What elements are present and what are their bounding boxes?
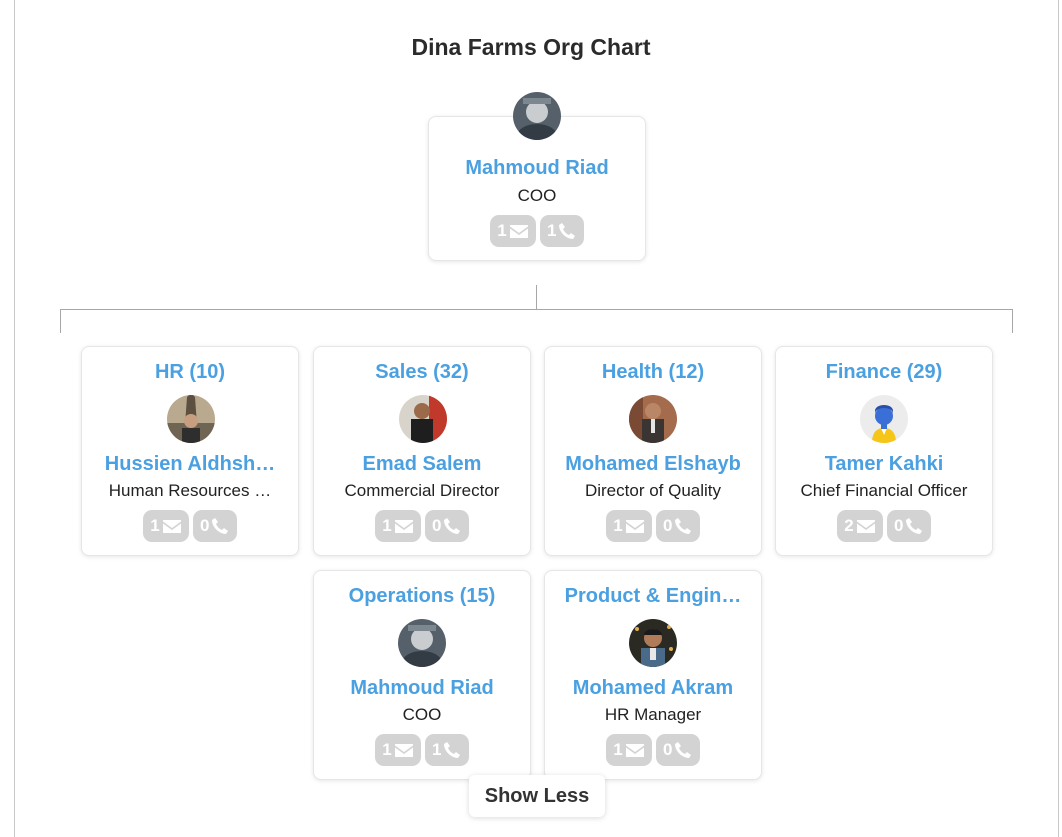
phone-icon [212,518,229,534]
avatar [629,619,677,667]
phone-button[interactable]: 0 [886,510,931,542]
phone-button[interactable]: 0 [655,734,700,766]
phone-count: 0 [663,516,673,535]
phone-icon [444,518,461,534]
email-count: 1 [382,740,392,759]
email-count: 2 [844,516,854,535]
employee-name[interactable]: Emad Salem [326,453,518,476]
contact-actions: 1 0 [545,734,761,766]
employee-role: Director of Quality [584,481,722,500]
dept-card-finance[interactable]: Finance (29) Tamer Kahki Chief Financial… [775,346,993,556]
envelope-icon [394,519,413,533]
employee-name[interactable]: Mohamed Akram [557,677,749,700]
email-button[interactable]: 1 [490,215,536,247]
employee-name[interactable]: Mahmoud Riad [326,677,518,700]
email-button[interactable]: 2 [837,510,883,542]
employee-name[interactable]: Hussien Aldhsh… [94,453,286,476]
envelope-icon [162,519,181,533]
dept-title[interactable]: Sales (32) [324,361,520,384]
dept-card-product-engineering[interactable]: Product & Engin… Mohamed Akram HR Manage… [544,570,762,780]
contact-actions: 1 1 [314,734,530,766]
dept-card-health[interactable]: Health (12) Mohamed Elshayb Director of … [544,346,762,556]
avatar [629,395,677,443]
employee-role: Commercial Director [344,481,500,500]
envelope-icon [625,743,644,757]
employee-role: COO [402,705,442,724]
phone-button[interactable]: 0 [655,510,700,542]
email-button[interactable]: 1 [375,734,421,766]
phone-button[interactable]: 1 [539,215,584,247]
connector-line [60,309,61,333]
avatar [167,395,215,443]
root-actions: 1 1 [429,215,645,247]
dept-card-operations[interactable]: Operations (15) Mahmoud Riad COO 1 1 [313,570,531,780]
dept-title[interactable]: Health (12) [555,361,751,384]
phone-icon [675,742,692,758]
envelope-icon [856,519,875,533]
root-role: COO [517,186,557,205]
dept-title[interactable]: HR (10) [92,361,288,384]
employee-name[interactable]: Tamer Kahki [788,453,980,476]
connector-line [60,309,1013,310]
email-count: 1 [613,516,623,535]
phone-icon [675,518,692,534]
root-name[interactable]: Mahmoud Riad [441,157,633,180]
phone-icon [906,518,923,534]
avatar [398,619,446,667]
phone-icon [559,223,576,239]
contact-actions: 1 0 [314,510,530,542]
email-button[interactable]: 1 [143,510,189,542]
avatar [399,395,447,443]
contact-actions: 2 0 [776,510,992,542]
phone-icon [444,742,461,758]
dept-title[interactable]: Finance (29) [786,361,982,384]
email-count: 1 [613,740,623,759]
phone-button[interactable]: 0 [192,510,237,542]
envelope-icon [509,224,528,238]
phone-count: 1 [547,221,557,240]
email-button[interactable]: 1 [606,734,652,766]
phone-button[interactable]: 1 [424,734,469,766]
contact-actions: 1 0 [545,510,761,542]
email-count: 1 [497,221,507,240]
phone-button[interactable]: 0 [424,510,469,542]
envelope-icon [625,519,644,533]
email-count: 1 [150,516,160,535]
employee-role: Human Resources … [108,481,272,500]
envelope-icon [394,743,413,757]
phone-count: 0 [432,516,442,535]
show-less-button[interactable]: Show Less [469,775,605,817]
phone-count: 0 [894,516,904,535]
employee-role: HR Manager [604,705,702,724]
dept-title[interactable]: Operations (15) [324,585,520,608]
root-avatar[interactable] [513,92,561,140]
phone-count: 0 [200,516,210,535]
employee-name[interactable]: Mohamed Elshayb [557,453,749,476]
phone-count: 0 [663,740,673,759]
dept-card-sales[interactable]: Sales (32) Emad Salem Commercial Directo… [313,346,531,556]
email-button[interactable]: 1 [375,510,421,542]
contact-actions: 1 0 [82,510,298,542]
email-button[interactable]: 1 [606,510,652,542]
user-placeholder-icon [860,395,908,443]
employee-role: Chief Financial Officer [800,481,968,500]
connector-line [1012,309,1013,333]
connector-line [536,285,537,309]
dept-card-hr[interactable]: HR (10) Hussien Aldhsh… Human Resources … [81,346,299,556]
page-title: Dina Farms Org Chart [411,34,651,60]
dept-title[interactable]: Product & Engin… [555,585,751,608]
email-count: 1 [382,516,392,535]
phone-count: 1 [432,740,442,759]
